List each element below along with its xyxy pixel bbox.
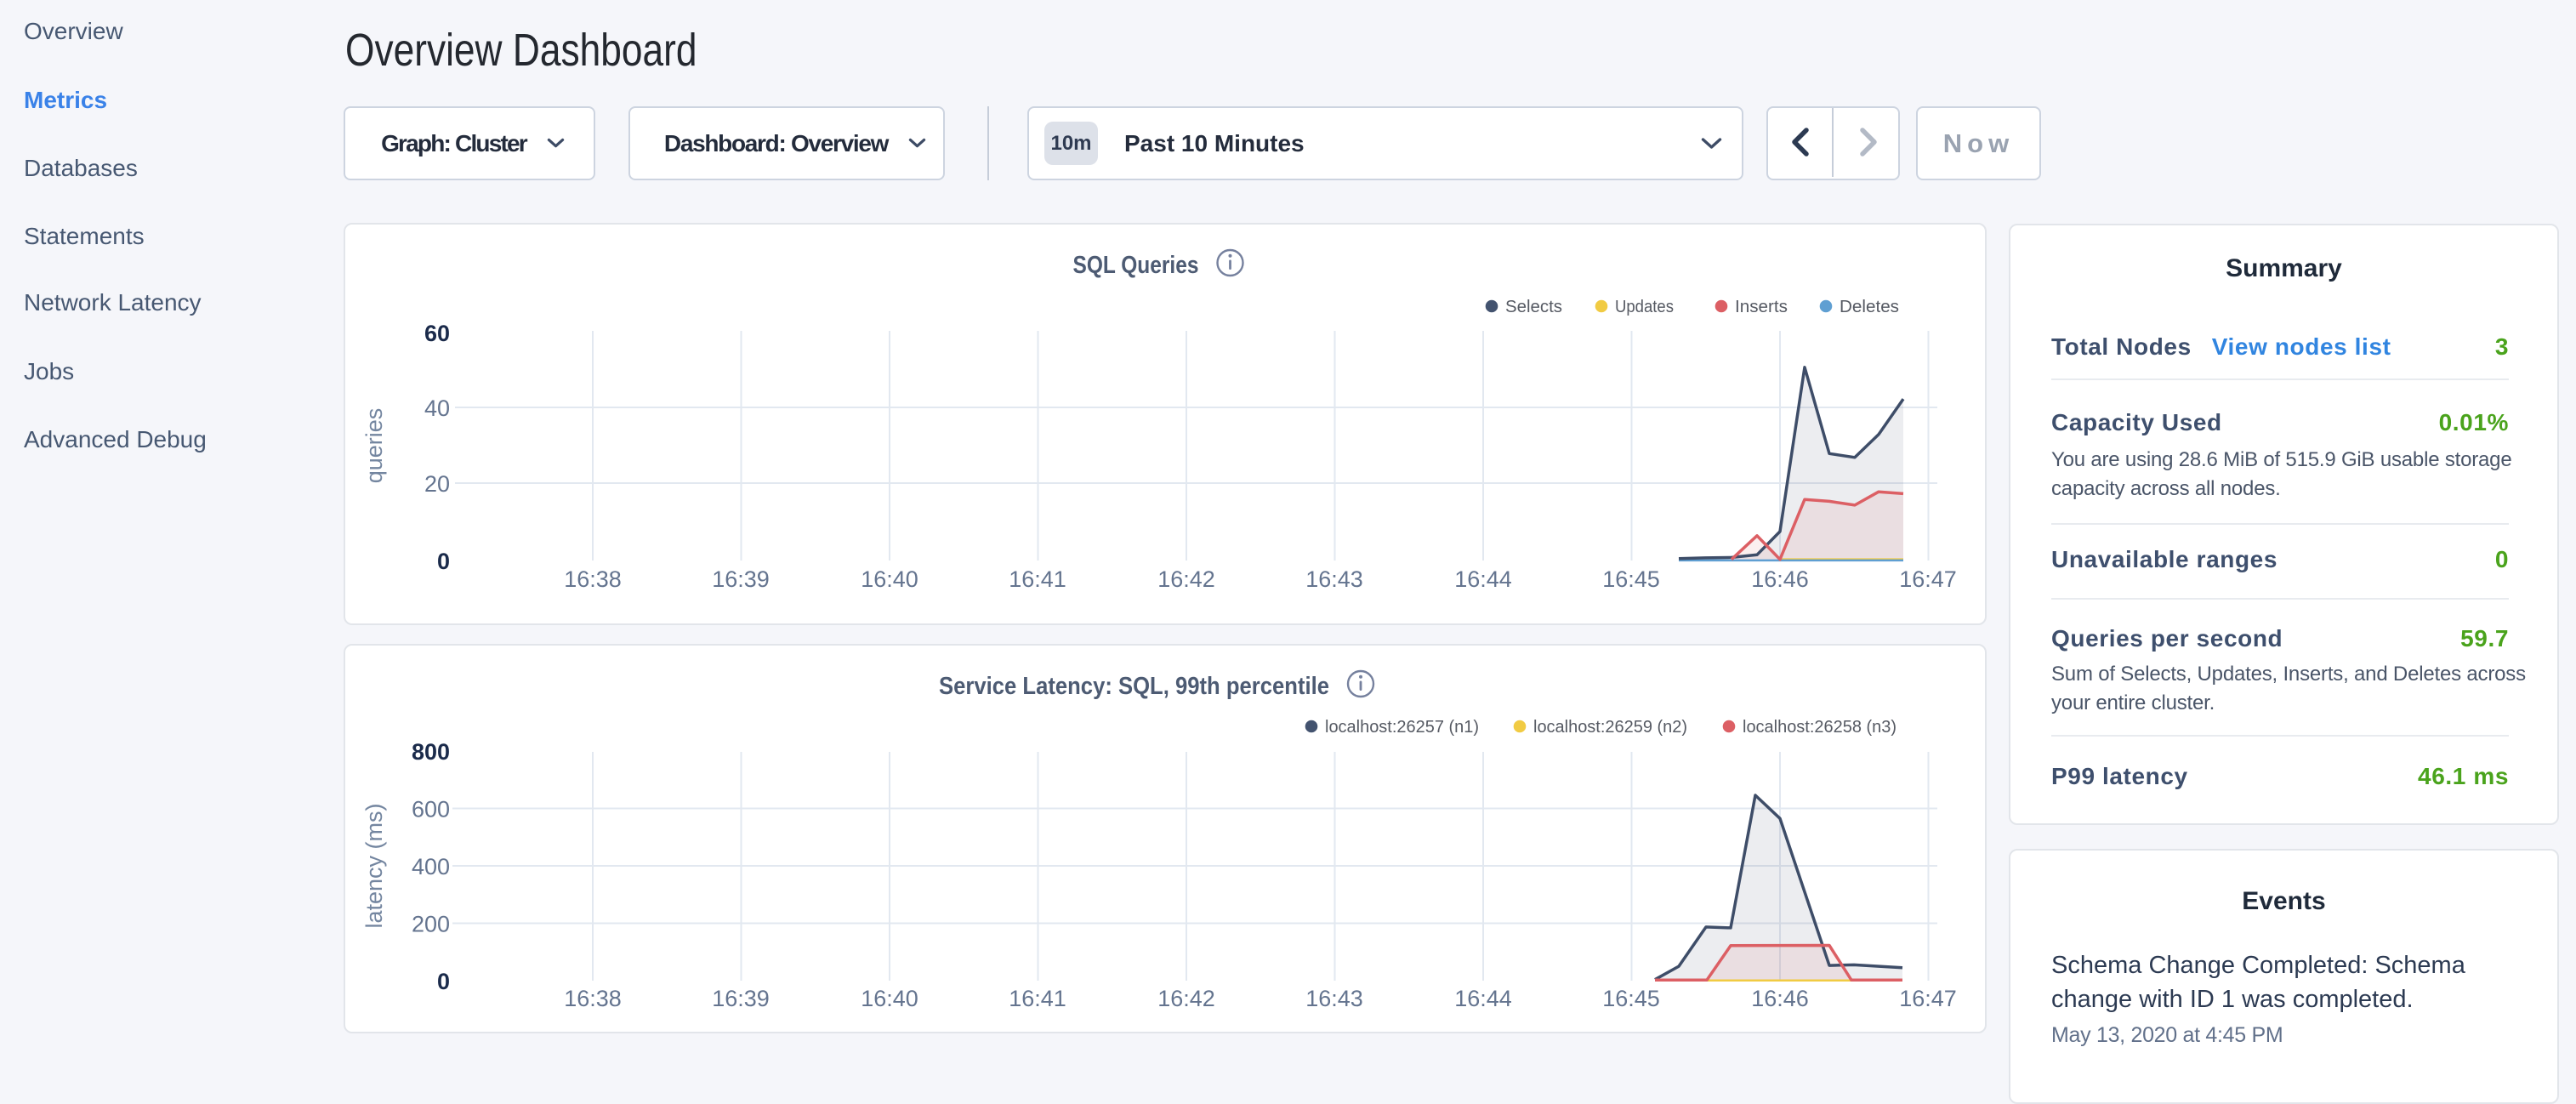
svg-text:latency (ms): latency (ms) bbox=[361, 803, 387, 928]
svg-text:0: 0 bbox=[437, 969, 450, 994]
svg-text:Deletes: Deletes bbox=[1840, 298, 1899, 316]
svg-text:400: 400 bbox=[412, 854, 450, 879]
svg-text:16:42: 16:42 bbox=[1157, 566, 1215, 592]
svg-text:16:44: 16:44 bbox=[1454, 566, 1512, 592]
svg-text:16:45: 16:45 bbox=[1602, 986, 1660, 1011]
svg-text:Updates: Updates bbox=[1615, 298, 1674, 316]
svg-text:16:39: 16:39 bbox=[712, 986, 770, 1011]
svg-text:16:41: 16:41 bbox=[1009, 566, 1066, 592]
svg-text:16:46: 16:46 bbox=[1751, 566, 1809, 592]
svg-text:16:38: 16:38 bbox=[564, 986, 622, 1011]
svg-text:20: 20 bbox=[424, 471, 450, 497]
svg-text:16:39: 16:39 bbox=[712, 566, 770, 592]
svg-text:16:38: 16:38 bbox=[564, 566, 622, 592]
svg-text:SQL Queries: SQL Queries bbox=[1073, 252, 1199, 279]
svg-text:queries: queries bbox=[361, 408, 387, 484]
svg-text:16:40: 16:40 bbox=[861, 986, 918, 1011]
svg-text:localhost:26259 (n2): localhost:26259 (n2) bbox=[1533, 718, 1687, 737]
svg-text:16:45: 16:45 bbox=[1602, 566, 1660, 592]
svg-text:16:44: 16:44 bbox=[1454, 986, 1512, 1011]
svg-text:16:43: 16:43 bbox=[1305, 986, 1363, 1011]
svg-text:16:47: 16:47 bbox=[1899, 986, 1957, 1011]
svg-text:localhost:26257 (n1): localhost:26257 (n1) bbox=[1325, 718, 1479, 737]
svg-text:16:41: 16:41 bbox=[1009, 986, 1066, 1011]
svg-text:Inserts: Inserts bbox=[1735, 298, 1788, 316]
svg-text:800: 800 bbox=[412, 739, 450, 765]
svg-text:200: 200 bbox=[412, 912, 450, 937]
svg-text:Selects: Selects bbox=[1505, 298, 1562, 316]
svg-text:60: 60 bbox=[424, 321, 450, 346]
svg-text:600: 600 bbox=[412, 797, 450, 822]
svg-text:16:47: 16:47 bbox=[1899, 566, 1957, 592]
svg-text:16:40: 16:40 bbox=[861, 566, 918, 592]
svg-text:Service Latency: SQL, 99th per: Service Latency: SQL, 99th percentile bbox=[939, 673, 1329, 700]
svg-text:16:46: 16:46 bbox=[1751, 986, 1809, 1011]
svg-text:40: 40 bbox=[424, 396, 450, 421]
svg-text:0: 0 bbox=[437, 549, 450, 574]
svg-text:16:43: 16:43 bbox=[1305, 566, 1363, 592]
svg-text:localhost:26258 (n3): localhost:26258 (n3) bbox=[1743, 718, 1896, 737]
svg-text:16:42: 16:42 bbox=[1157, 986, 1215, 1011]
